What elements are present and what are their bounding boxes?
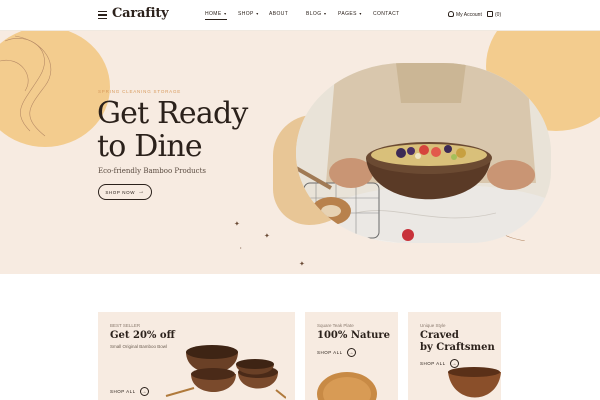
- chevron-down-icon: ▾: [222, 11, 227, 16]
- my-account-link[interactable]: My Account: [448, 11, 482, 18]
- arrow-right-icon: →: [138, 189, 145, 195]
- nav-item-contact[interactable]: CONTACT: [373, 11, 400, 17]
- nav-item-shop[interactable]: SHOP ▾: [238, 11, 259, 17]
- logo[interactable]: Carafity: [112, 6, 169, 21]
- shop-now-button[interactable]: SHOP NOW →: [98, 184, 152, 200]
- nav-item-blog[interactable]: BLOG ▾: [306, 11, 326, 17]
- promo-cards: BEST SELLER Get 20% off Small Original B…: [0, 312, 600, 400]
- promo-card-teak-plate[interactable]: Square Teak Plate 100% Nature SHOP ALL →: [305, 312, 398, 400]
- nav-item-pages[interactable]: PAGES ▾: [338, 11, 362, 17]
- cart-icon: [487, 11, 493, 17]
- decorative-lines: [0, 35, 52, 137]
- user-icon: [448, 11, 454, 17]
- site-header: Carafity HOME ▾ SHOP ▾ ABOUT BLOG ▾ PAGE…: [0, 0, 600, 31]
- cart-link[interactable]: (0): [487, 11, 501, 18]
- arrow-right-icon: →: [139, 387, 149, 396]
- product-image-plate: [317, 372, 377, 400]
- hero-subline: Eco-friendly Bamboo Products: [98, 167, 207, 175]
- chevron-down-icon: ▾: [254, 11, 259, 16]
- chevron-down-icon: ▾: [357, 11, 362, 16]
- nav-item-home[interactable]: HOME ▾: [205, 11, 227, 20]
- hamburger-icon[interactable]: [98, 11, 107, 20]
- promo-card-craftsmen[interactable]: Unique Style Craved by Craftsmen SHOP AL…: [408, 312, 501, 400]
- hero-banner: SPRING CLEANING STORAGE Get Ready to Din…: [0, 31, 600, 274]
- hero-eyebrow: SPRING CLEANING STORAGE: [98, 89, 182, 94]
- hero-image: [296, 63, 551, 243]
- hero-headline: Get Ready to Dine: [97, 96, 248, 164]
- chevron-down-icon: ▾: [322, 11, 327, 16]
- shop-all-button[interactable]: SHOP ALL →: [317, 348, 356, 357]
- nav-item-about[interactable]: ABOUT: [269, 11, 288, 17]
- shop-all-button[interactable]: SHOP ALL →: [110, 387, 149, 396]
- product-image-wooden-bowl: [448, 367, 501, 398]
- product-image-bowls: [165, 345, 286, 399]
- arrow-right-icon: →: [346, 348, 356, 357]
- promo-card-best-seller[interactable]: BEST SELLER Get 20% off Small Original B…: [98, 312, 295, 400]
